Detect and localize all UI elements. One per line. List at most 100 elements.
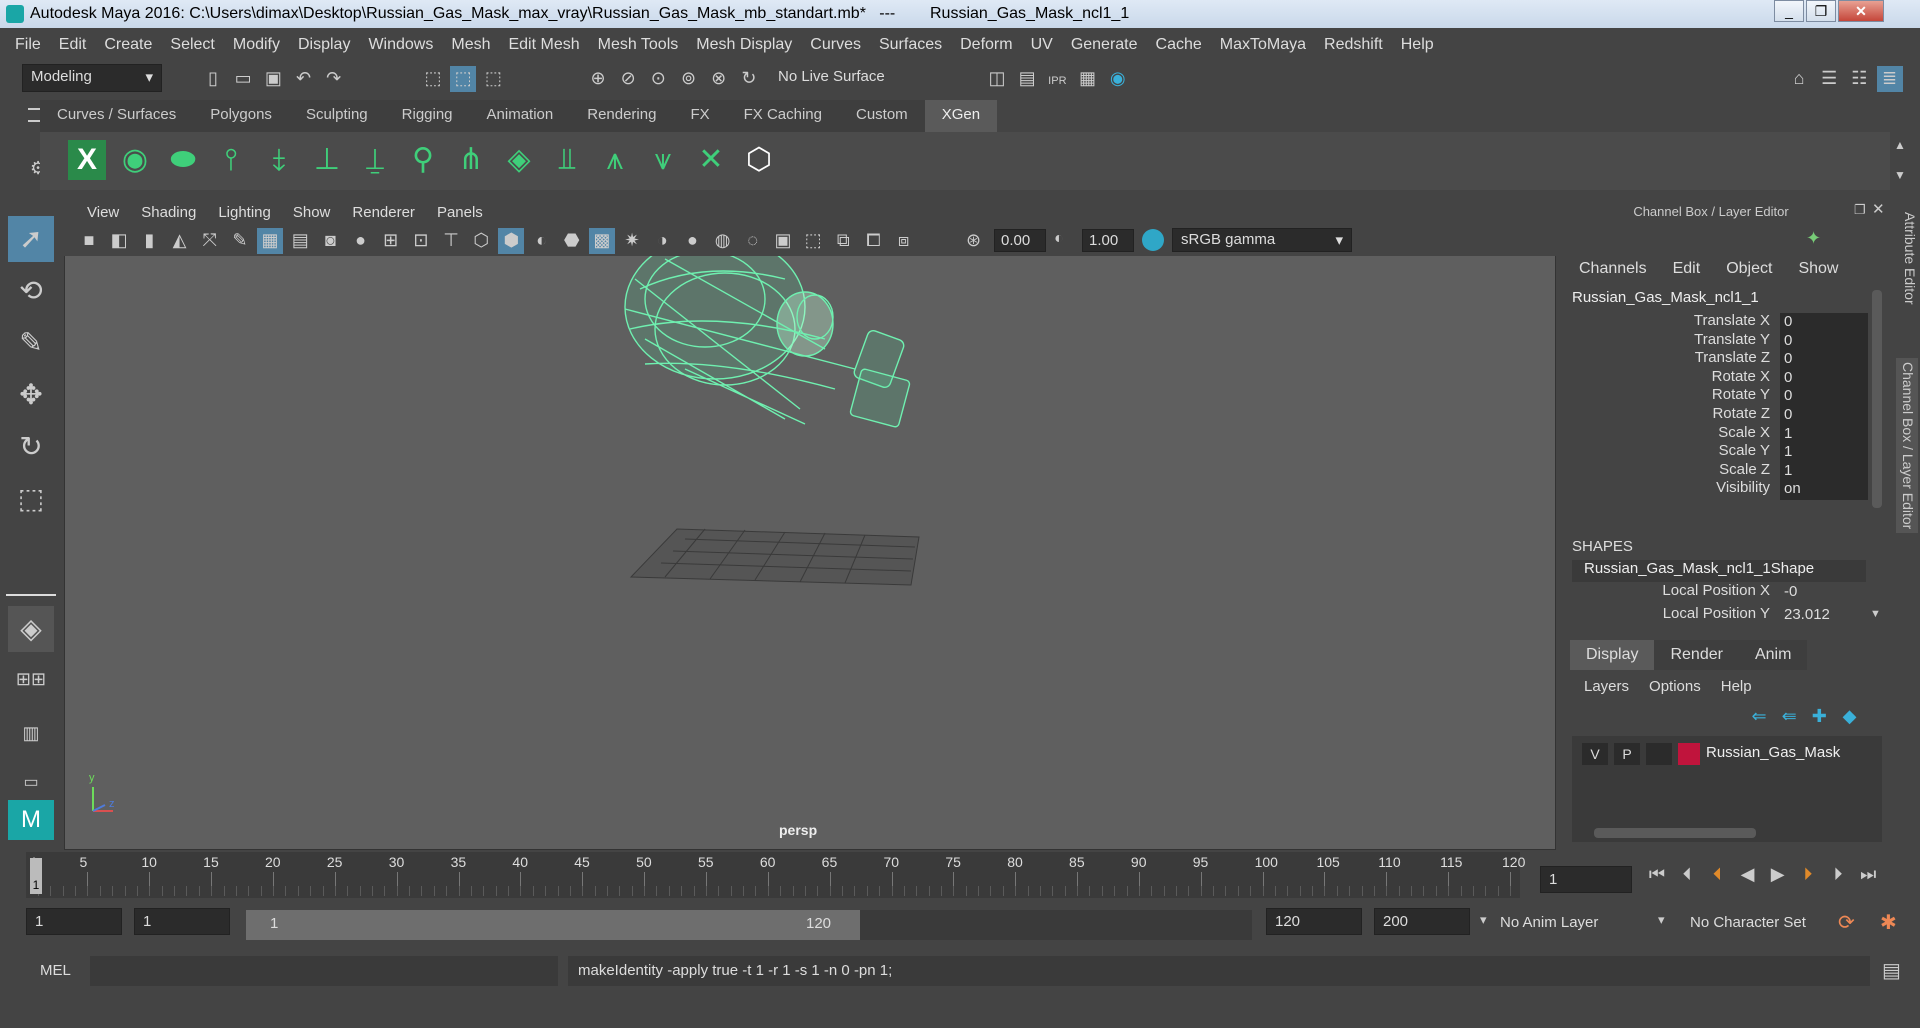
menu-redshift[interactable]: Redshift — [1315, 36, 1392, 54]
step-back-frame-icon[interactable]: ⏴ — [1674, 862, 1700, 888]
channel-value-field[interactable]: 1 — [1780, 443, 1868, 464]
shelf-tab-rendering[interactable]: Rendering — [570, 100, 674, 132]
comb-guides-icon[interactable]: ⫫ — [548, 140, 586, 180]
play-forwards-icon[interactable]: ▶ — [1765, 862, 1791, 888]
shape-guides-icon[interactable]: ⩛ — [644, 140, 682, 180]
select-object-icon[interactable]: ⬚ — [450, 66, 477, 92]
undo-icon[interactable]: ↶ — [291, 66, 317, 92]
field-chart-icon[interactable]: ⊞ — [378, 228, 404, 254]
image-plane-icon[interactable]: ◭ — [167, 228, 193, 254]
menu-generate[interactable]: Generate — [1062, 36, 1147, 54]
step-forward-frame-icon[interactable]: ⏵ — [1825, 862, 1851, 888]
channel-value-field[interactable]: 0 — [1780, 350, 1868, 371]
menu-mesh-display[interactable]: Mesh Display — [687, 36, 801, 54]
motion-blur-icon[interactable]: ◍ — [710, 228, 736, 254]
anim-layer-dropdown[interactable]: No Anim Layer — [1500, 914, 1660, 931]
add-guide-icon[interactable]: ⫯ — [212, 140, 250, 180]
guide-visibility-icon[interactable]: ⍊ — [356, 140, 394, 180]
film-gate-icon[interactable]: ▤ — [287, 228, 313, 254]
shape-channel-label[interactable]: Local Position Y — [1566, 605, 1776, 622]
ipr-render-icon[interactable]: IPR — [1044, 69, 1070, 95]
menu-surfaces[interactable]: Surfaces — [870, 36, 951, 54]
shelf-scroll-up-icon[interactable]: ▲ — [1894, 138, 1906, 152]
channel-box-icon[interactable]: ≣ — [1876, 66, 1903, 92]
layer-hscrollbar[interactable] — [1594, 828, 1756, 838]
select-component-icon[interactable]: ⬚ — [480, 66, 506, 92]
move-tool-icon[interactable]: ✥ — [8, 372, 54, 418]
step-back-key-icon[interactable]: ⏴ — [1704, 862, 1730, 888]
menu-create[interactable]: Create — [95, 36, 161, 54]
layer-visibility-toggle[interactable]: V — [1582, 743, 1608, 765]
viewport-menu-renderer[interactable]: Renderer — [341, 204, 426, 221]
viewport-persp[interactable]: y z — [64, 198, 1556, 850]
layer-menu-layers[interactable]: Layers — [1576, 678, 1641, 695]
channel-scroll-down-icon[interactable]: ▼ — [1870, 608, 1881, 620]
channel-value-field[interactable]: 0 — [1780, 313, 1868, 333]
depth-of-field-icon[interactable]: ▣ — [770, 228, 796, 254]
gamma-icon[interactable]: ◐ — [1054, 230, 1064, 248]
current-frame-field[interactable]: 1 — [1540, 866, 1632, 893]
move-layer-down-icon[interactable]: ⇚ — [1776, 704, 1802, 730]
lock-guide-icon[interactable]: ⚲ — [404, 140, 442, 180]
shelf-tab-sculpting[interactable]: Sculpting — [288, 100, 385, 132]
render-settings-icon[interactable]: ◫ — [984, 66, 1010, 92]
outliner-layout-icon[interactable]: ▥ — [8, 710, 54, 756]
xray-components-icon[interactable]: ⧈ — [891, 228, 917, 254]
play-backwards-icon[interactable]: ◀ — [1735, 862, 1761, 888]
playback-start-field[interactable]: 1 — [134, 908, 230, 935]
render-frame-icon[interactable]: ▤ — [1014, 66, 1040, 92]
animation-end-field[interactable]: 200 — [1374, 908, 1470, 935]
shelf-tab-fx-caching[interactable]: FX Caching — [726, 100, 839, 132]
channel-label[interactable]: Rotate Z — [1566, 405, 1776, 422]
snap-curve-icon[interactable]: ⊘ — [615, 66, 641, 92]
channel-label[interactable]: Scale X — [1566, 424, 1776, 441]
menu-display[interactable]: Display — [289, 36, 359, 54]
channel-box-menu-object[interactable]: Object — [1713, 260, 1785, 278]
new-scene-icon[interactable]: ▯ — [200, 66, 226, 92]
go-to-end-icon[interactable]: ⏭ — [1855, 862, 1881, 888]
sculpt-guides-icon[interactable]: ⋔ — [452, 140, 490, 180]
xray-icon[interactable]: ⧉ — [830, 228, 856, 254]
channel-box-menu-show[interactable]: Show — [1785, 260, 1851, 278]
redo-icon[interactable]: ↷ — [321, 66, 347, 92]
safe-action-icon[interactable]: ⊡ — [408, 228, 434, 254]
menu-help[interactable]: Help — [1392, 36, 1443, 54]
auto-key-icon[interactable]: ⟳ — [1838, 910, 1855, 935]
anim-layer-dropdown-arrow[interactable]: ▾ — [1480, 912, 1487, 928]
xgen-collection-icon[interactable]: ⬬ — [164, 140, 202, 180]
isolate-select-icon[interactable]: ⬚ — [800, 228, 826, 254]
channel-value-field[interactable]: 1 — [1780, 424, 1868, 445]
shelf-tab-custom[interactable]: Custom — [839, 100, 925, 132]
close-button[interactable]: ✕ — [1838, 0, 1884, 22]
channel-value-field[interactable]: 1 — [1780, 461, 1868, 482]
shelf-tab-animation[interactable]: Animation — [469, 100, 571, 132]
make-live-icon[interactable]: ↻ — [736, 66, 762, 92]
exposure-icon[interactable]: ⊛ — [966, 230, 981, 251]
wireframe-icon[interactable]: ⬡ — [468, 228, 494, 254]
step-forward-key-icon[interactable]: ⏵ — [1795, 862, 1821, 888]
snap-view-icon[interactable]: ⊚ — [676, 66, 702, 92]
snap-point-icon[interactable]: ⊙ — [645, 66, 671, 92]
channel-box-side-tab[interactable]: Channel Box / Layer Editor — [1896, 358, 1918, 534]
channel-label[interactable]: Visibility — [1566, 479, 1776, 496]
color-management-icon[interactable] — [1142, 229, 1164, 251]
attribute-editor-icon[interactable]: ☰ — [1816, 66, 1842, 92]
hypershade-icon[interactable]: ◉ — [1105, 66, 1131, 92]
layer-name[interactable]: Russian_Gas_Mask — [1706, 744, 1840, 761]
layer-tab-display[interactable]: Display — [1570, 640, 1655, 670]
channel-value-field[interactable]: 0 — [1780, 406, 1868, 426]
manipulator-icon[interactable]: ✦ — [1806, 228, 1821, 249]
camera-attributes-icon[interactable]: ◧ — [106, 228, 132, 254]
menu-windows[interactable]: Windows — [359, 36, 442, 54]
bookmark-icon[interactable]: ▮ — [136, 228, 162, 254]
channel-label[interactable]: Rotate X — [1566, 368, 1776, 385]
color-space-dropdown[interactable]: sRGB gamma ▾ — [1172, 228, 1352, 252]
channel-label[interactable]: Translate Y — [1566, 331, 1776, 348]
layer-tab-render[interactable]: Render — [1654, 640, 1739, 670]
xgen-hex-icon[interactable]: ⬡ — [740, 140, 778, 180]
create-empty-layer-icon[interactable]: ✚ — [1806, 704, 1832, 730]
viewport-menu-lighting[interactable]: Lighting — [207, 204, 282, 221]
shape-channel-value[interactable]: -0 — [1780, 583, 1868, 603]
gamma-field[interactable]: 1.00 — [1082, 229, 1134, 252]
layer-color-swatch[interactable] — [1678, 743, 1700, 765]
